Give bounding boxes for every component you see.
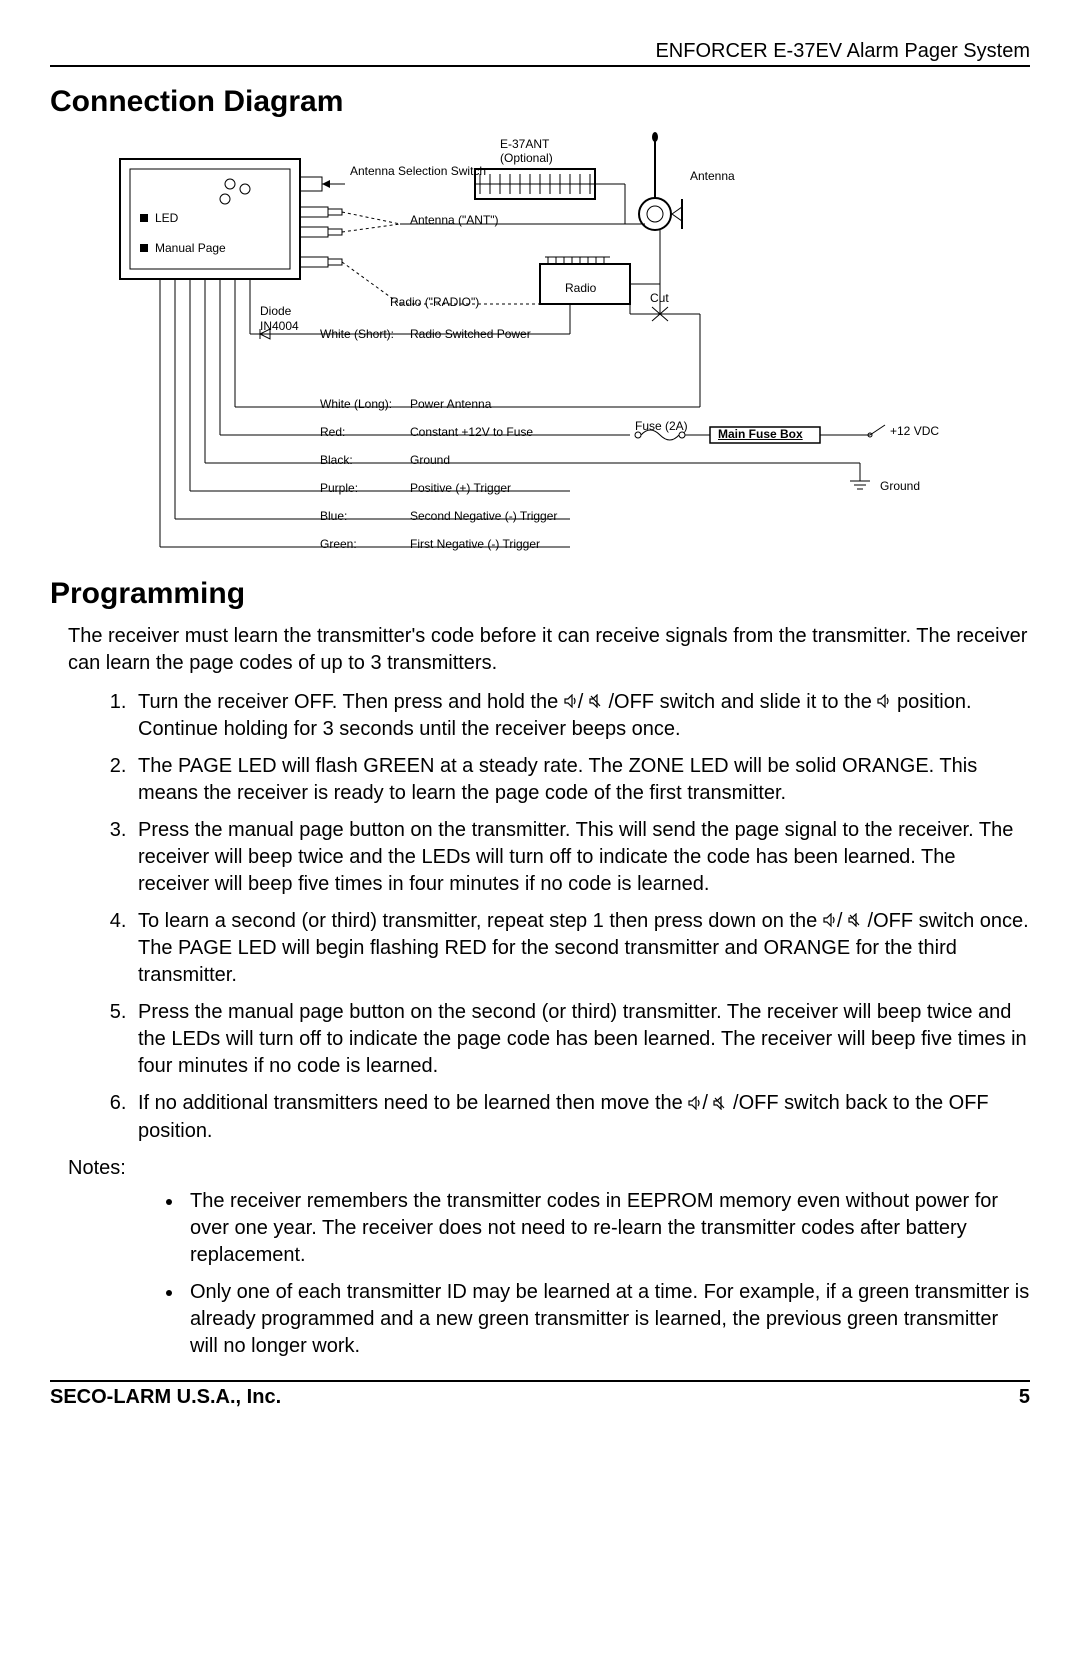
label-radio: Radio	[565, 281, 596, 295]
label-main-fuse-box: Main Fuse Box	[718, 427, 803, 441]
wire-green-desc: First Negative (-) Trigger	[410, 537, 540, 551]
wire-purple-desc: Positive (+) Trigger	[410, 481, 511, 495]
note-2: Only one of each transmitter ID may be l…	[184, 1279, 1030, 1360]
label-in4004: IN4004	[260, 319, 299, 333]
step-5: Press the manual page button on the seco…	[132, 999, 1030, 1080]
label-led: LED	[155, 211, 178, 225]
connection-diagram-heading: Connection Diagram	[50, 85, 1030, 119]
step-4: To learn a second (or third) transmitter…	[132, 908, 1030, 989]
connection-diagram: LED Manual Page Antenna Selection Switch…	[70, 129, 970, 559]
label-radio-radio: Radio ("RADIO")	[390, 295, 479, 309]
speaker-on-icon	[877, 689, 891, 716]
footer-company: SECO-LARM U.S.A., Inc.	[50, 1386, 281, 1409]
step-3: Press the manual page button on the tran…	[132, 817, 1030, 898]
speaker-on-icon	[688, 1091, 702, 1118]
wire-purple: Purple:	[320, 481, 358, 495]
speaker-on-icon	[823, 908, 837, 935]
label-antenna-sel: Antenna Selection Switch	[350, 164, 486, 178]
wire-red: Red:	[320, 425, 345, 439]
label-12vdc: +12 VDC	[890, 424, 939, 438]
label-cut: Cut	[650, 291, 669, 305]
programming-heading: Programming	[50, 577, 1030, 611]
label-ground-sym: Ground	[880, 479, 920, 493]
label-diode: Diode	[260, 304, 291, 318]
wire-black-desc: Ground	[410, 453, 450, 467]
wire-white-short: White (Short):	[320, 327, 394, 341]
speaker-on-icon	[564, 689, 578, 716]
step-1: Turn the receiver OFF. Then press and ho…	[132, 689, 1030, 743]
wire-white-short-desc: Radio Switched Power	[410, 327, 531, 341]
step-2: The PAGE LED will flash GREEN at a stead…	[132, 753, 1030, 807]
notes-list: The receiver remembers the transmitter c…	[160, 1188, 1030, 1360]
note-1: The receiver remembers the transmitter c…	[184, 1188, 1030, 1269]
label-antenna-ant: Antenna ("ANT")	[410, 213, 499, 227]
programming-steps: Turn the receiver OFF. Then press and ho…	[108, 689, 1030, 1145]
label-antenna: Antenna	[690, 169, 735, 183]
programming-intro: The receiver must learn the transmitter'…	[68, 623, 1030, 677]
label-manual-page: Manual Page	[155, 241, 226, 255]
wire-white-long: White (Long):	[320, 397, 392, 411]
notes-label: Notes:	[68, 1157, 1030, 1180]
speaker-off-icon	[713, 1091, 727, 1118]
wire-red-desc: Constant +12V to Fuse	[410, 425, 533, 439]
speaker-off-icon	[589, 689, 603, 716]
label-e37ant: E-37ANT	[500, 137, 549, 151]
wire-black: Black:	[320, 453, 353, 467]
page-footer: SECO-LARM U.S.A., Inc. 5	[50, 1380, 1030, 1409]
wire-green: Green:	[320, 537, 357, 551]
wire-white-long-desc: Power Antenna	[410, 397, 491, 411]
wire-blue-desc: Second Negative (-) Trigger	[410, 509, 557, 523]
speaker-off-icon	[848, 908, 862, 935]
step-6: If no additional transmitters need to be…	[132, 1090, 1030, 1144]
footer-page-number: 5	[1019, 1386, 1030, 1409]
wire-blue: Blue:	[320, 509, 347, 523]
page-header: ENFORCER E-37EV Alarm Pager System	[50, 40, 1030, 67]
label-optional: (Optional)	[500, 151, 553, 165]
label-fuse2a: Fuse (2A)	[635, 419, 688, 433]
